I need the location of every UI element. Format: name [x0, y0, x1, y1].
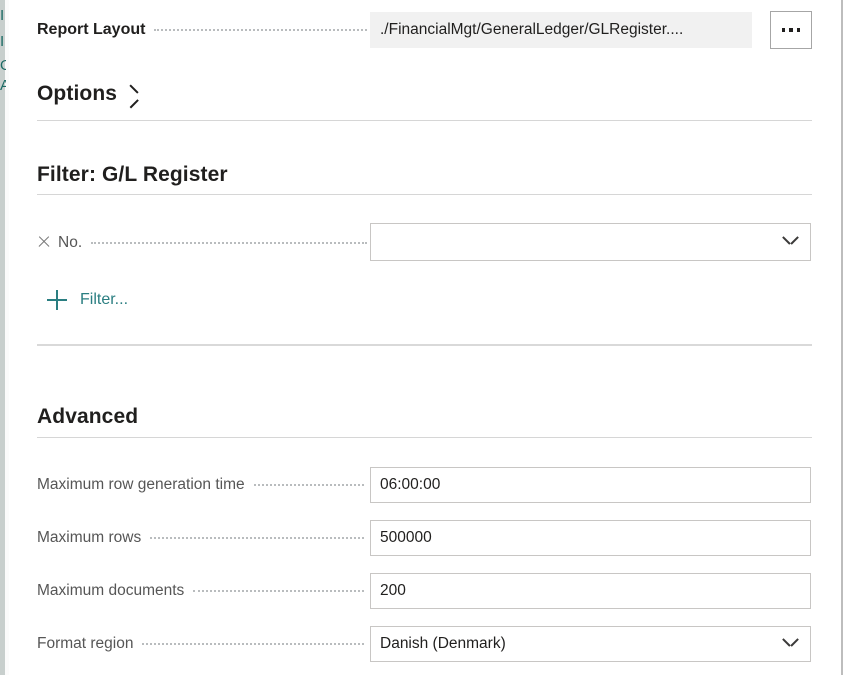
options-section-title: Options — [37, 82, 118, 105]
left-strip-glyph: I — [0, 8, 5, 23]
max-row-generation-time-input[interactable]: 06:00:00 — [370, 467, 811, 503]
remove-filter-icon[interactable] — [37, 235, 51, 249]
max-documents-label: Maximum documents — [37, 582, 185, 599]
max-documents-value: 200 — [380, 582, 406, 599]
report-layout-label-group: Report Layout — [37, 21, 367, 39]
report-layout-field[interactable]: ./FinancialMgt/GeneralLedger/GLRegister.… — [370, 12, 752, 48]
chevron-down-icon[interactable] — [784, 636, 797, 649]
left-strip-glyph: O — [0, 58, 6, 73]
advanced-section-divider — [37, 437, 812, 438]
dotted-leader — [91, 241, 367, 244]
add-filter-label: Filter... — [80, 291, 129, 308]
max-documents-label-group: Maximum documents — [37, 582, 364, 600]
max-rows-input[interactable]: 500000 — [370, 520, 811, 556]
filter-no-label: No. — [58, 233, 83, 251]
report-layout-row: Report Layout ./FinancialMgt/GeneralLedg… — [37, 10, 812, 50]
report-layout-more-button[interactable] — [770, 11, 812, 49]
dotted-leader — [193, 590, 364, 592]
advanced-row-format-region: Format region Danish (Denmark) — [37, 626, 812, 662]
filter-section-divider — [37, 194, 812, 195]
format-region-dropdown[interactable]: Danish (Denmark) — [370, 626, 811, 662]
report-request-page: Report Layout ./FinancialMgt/GeneralLedg… — [9, 0, 841, 675]
ellipsis-dot — [796, 28, 801, 32]
max-rows-label: Maximum rows — [37, 529, 142, 546]
ellipsis-dot — [789, 28, 793, 32]
ellipsis-dot — [781, 28, 786, 32]
left-strip-glyph: A — [0, 78, 6, 93]
max-row-generation-time-label: Maximum row generation time — [37, 476, 245, 493]
advanced-section-header: Advanced — [37, 405, 138, 429]
format-region-label: Format region — [37, 635, 134, 652]
right-panel-gutter — [843, 0, 847, 675]
filter-row-no: No. — [37, 223, 812, 261]
filter-section-title: Filter: G/L Register — [37, 163, 228, 186]
format-region-value: Danish (Denmark) — [380, 635, 506, 652]
report-layout-label: Report Layout — [37, 21, 146, 38]
advanced-top-divider — [37, 344, 812, 346]
options-section-divider — [37, 120, 812, 121]
advanced-row-max-rows: Maximum rows 500000 — [37, 520, 812, 556]
advanced-section-title: Advanced — [37, 405, 139, 428]
options-section-header[interactable]: Options — [37, 82, 137, 106]
dotted-leader — [154, 29, 367, 31]
max-row-generation-time-label-group: Maximum row generation time — [37, 476, 364, 494]
dotted-leader — [150, 537, 364, 539]
dotted-leader — [142, 643, 364, 645]
add-filter-button[interactable]: Filter... — [47, 290, 128, 310]
max-row-generation-time-value: 06:00:00 — [380, 476, 441, 493]
advanced-row-max-row-generation-time: Maximum row generation time 06:00:00 — [37, 467, 812, 503]
filter-section-header: Filter: G/L Register — [37, 163, 228, 187]
filter-no-label-group: No. — [37, 233, 367, 252]
max-rows-label-group: Maximum rows — [37, 529, 364, 547]
dotted-leader — [253, 484, 364, 486]
chevron-right-icon — [126, 89, 137, 100]
max-documents-input[interactable]: 200 — [370, 573, 811, 609]
plus-icon — [47, 290, 67, 310]
chevron-down-icon[interactable] — [784, 234, 797, 247]
report-layout-value: ./FinancialMgt/GeneralLedger/GLRegister.… — [380, 21, 684, 38]
max-rows-value: 500000 — [380, 529, 432, 546]
advanced-row-max-documents: Maximum documents 200 — [37, 573, 812, 609]
filter-no-input[interactable] — [370, 223, 811, 261]
left-panel-edge: I I O A — [0, 0, 9, 675]
format-region-label-group: Format region — [37, 635, 364, 653]
left-strip-glyph: I — [0, 34, 5, 49]
